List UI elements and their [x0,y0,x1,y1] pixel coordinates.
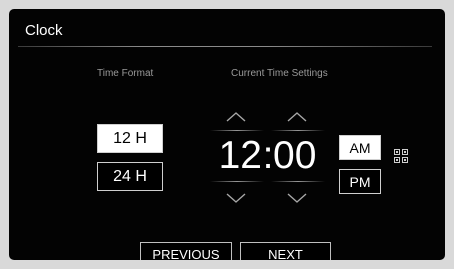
hour-up-chevron-up-icon[interactable] [212,107,260,127]
next-button[interactable]: NEXT [240,242,331,260]
minute-down-chevron-down-icon[interactable] [273,188,321,208]
minute-value[interactable]: 00 [273,134,325,178]
clock-settings-screen: Clock Time Format Current Time Settings … [9,9,445,260]
hour-bottom-divider [210,181,264,182]
time-format-12h-button[interactable]: 12 H [97,124,163,153]
hour-top-divider [210,130,264,131]
am-button[interactable]: AM [339,135,381,160]
time-format-label: Time Format [97,68,154,79]
pm-button[interactable]: PM [339,169,381,194]
title-divider [18,46,432,47]
page-title: Clock [25,22,63,39]
time-format-24h-button[interactable]: 24 H [97,162,163,191]
previous-button[interactable]: PREVIOUS [140,242,232,260]
minute-bottom-divider [271,181,325,182]
hour-value[interactable]: 12 [214,134,262,178]
hour-down-chevron-down-icon[interactable] [212,188,260,208]
minute-up-chevron-up-icon[interactable] [273,107,321,127]
current-time-settings-label: Current Time Settings [231,68,328,79]
grid-icon[interactable] [394,149,408,163]
minute-top-divider [271,130,325,131]
